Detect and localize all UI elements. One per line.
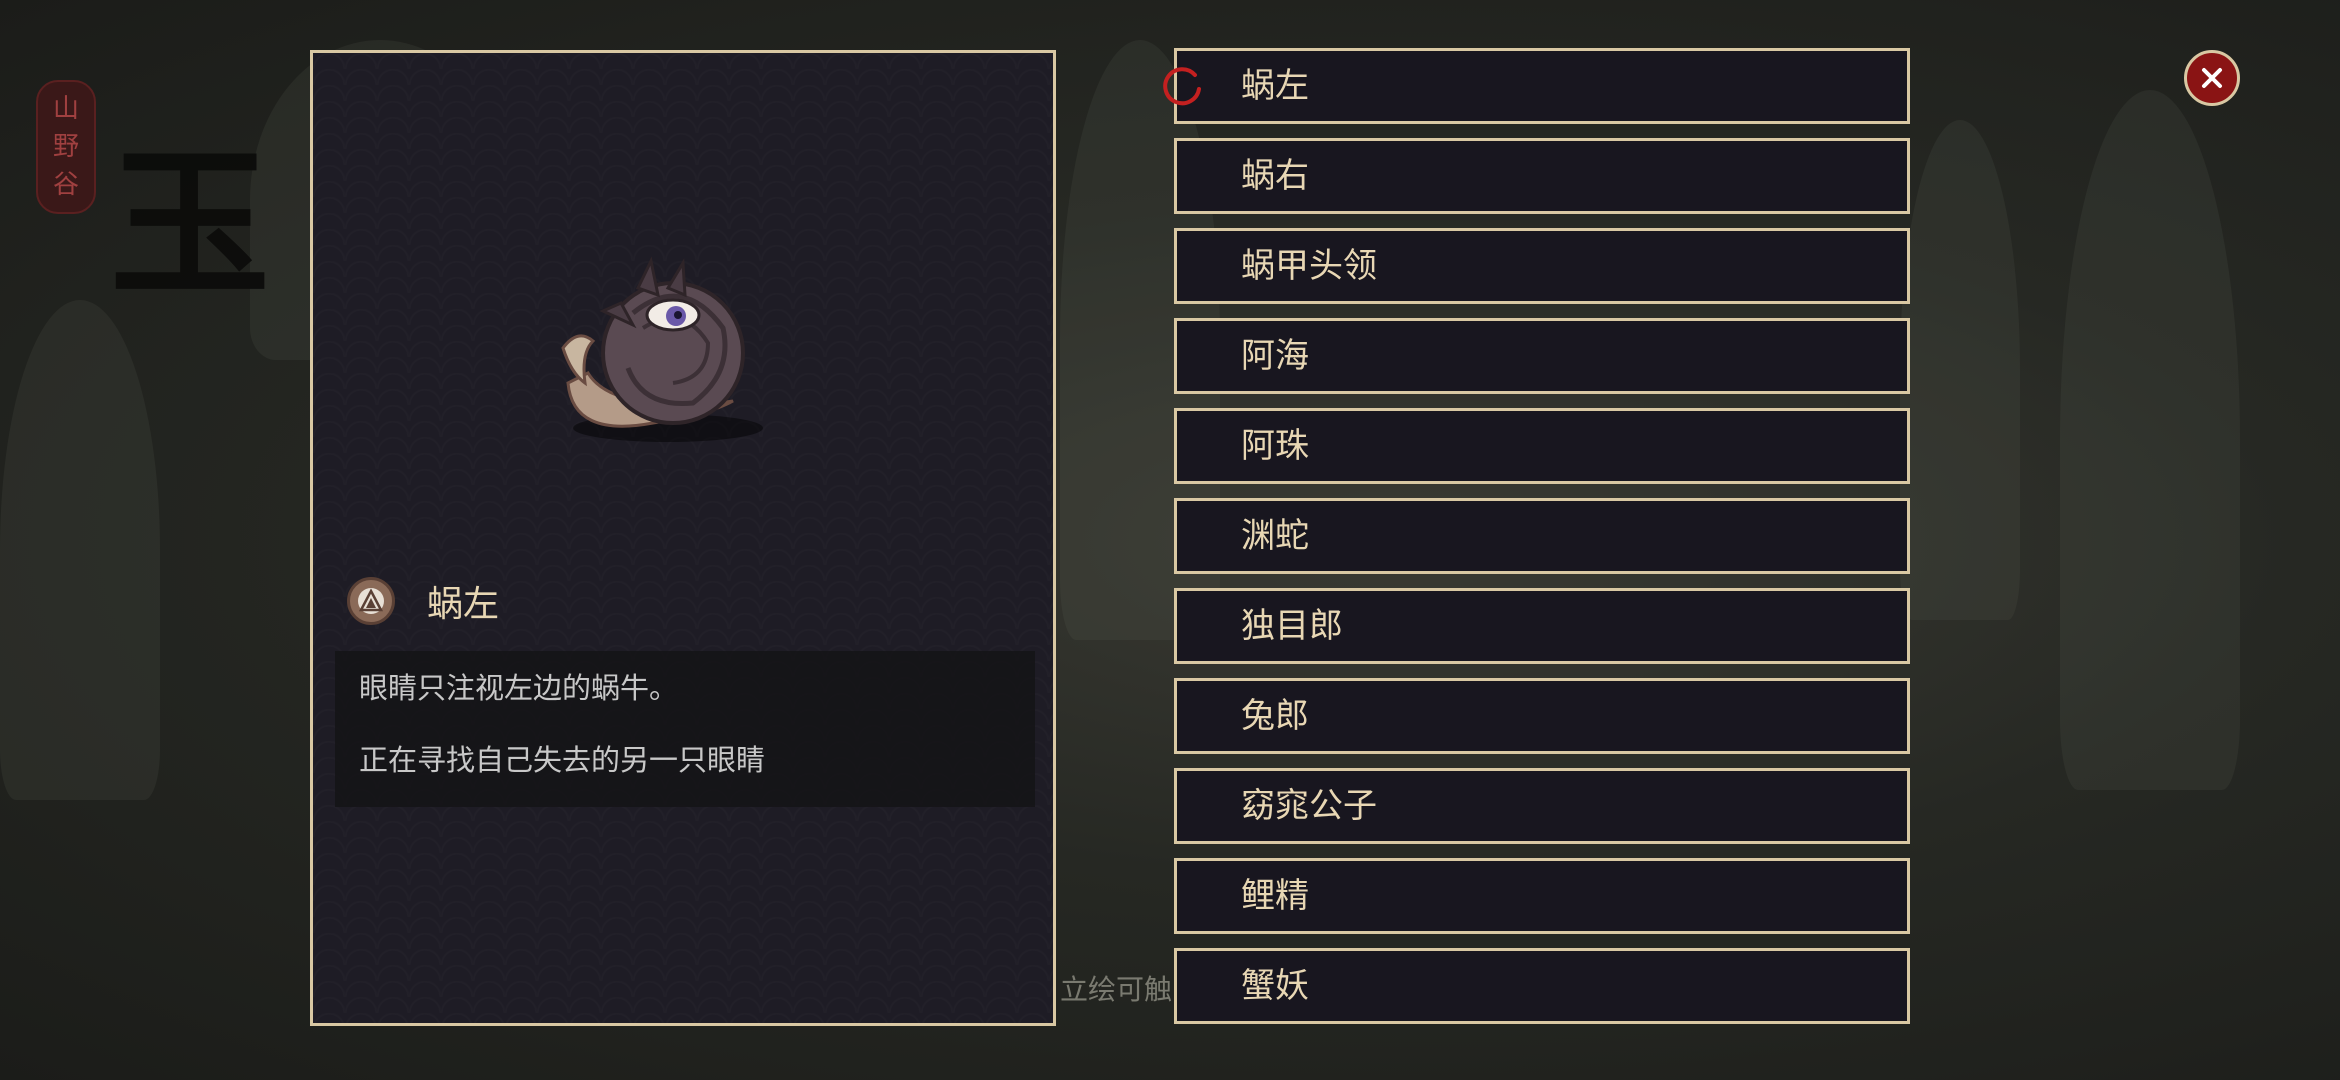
list-item-label: 蟹妖 <box>1241 967 1309 1005</box>
character-detail-panel: 蜗左 眼睛只注视左边的蜗牛。 正在寻找自己失去的另一只眼睛 <box>310 50 1056 1026</box>
list-item-azhu[interactable]: 阿珠 <box>1174 408 1910 484</box>
list-item-label: 蜗右 <box>1241 157 1309 195</box>
background-title: 玉 <box>110 130 270 318</box>
list-item-ahai[interactable]: 阿海 <box>1174 318 1910 394</box>
list-item-label: 蜗左 <box>1241 67 1309 105</box>
character-description: 眼睛只注视左边的蜗牛。 正在寻找自己失去的另一只眼睛 <box>335 651 1035 807</box>
list-item-tulang[interactable]: 兔郎 <box>1174 678 1910 754</box>
description-line: 正在寻找自己失去的另一只眼睛 <box>359 745 766 777</box>
list-item-label: 兔郎 <box>1241 697 1309 735</box>
character-list: 蜗左 蜗右 蜗甲头领 阿海 阿珠 渊蛇 独目郎 兔郎 窈窕公子 鲤精 蟹妖 <box>1163 48 1910 1038</box>
list-item-dumulang[interactable]: 独目郎 <box>1174 588 1910 664</box>
close-button[interactable] <box>2184 50 2240 106</box>
list-item-lijing[interactable]: 鲤精 <box>1174 858 1910 934</box>
list-item-yuanshe[interactable]: 渊蛇 <box>1174 498 1910 574</box>
list-item-label: 阿海 <box>1241 337 1309 375</box>
list-item-xieyao[interactable]: 蟹妖 <box>1174 948 1910 1024</box>
list-item-label: 鲤精 <box>1241 877 1309 915</box>
list-item-woojia-leader[interactable]: 蜗甲头领 <box>1174 228 1910 304</box>
portrait-hint-text: 立绘可触 <box>1060 973 1173 1006</box>
close-icon <box>2202 68 2222 88</box>
list-item-yaotiao-gongzi[interactable]: 窈窕公子 <box>1174 768 1910 844</box>
sect-emblem-icon <box>347 577 395 625</box>
list-item-woozuo[interactable]: 蜗左 <box>1163 48 1910 124</box>
list-item-label: 独目郎 <box>1241 607 1343 645</box>
seal-stamp: 山 野 谷 <box>36 80 96 214</box>
list-item-label: 窈窕公子 <box>1241 787 1377 825</box>
list-item-label: 蜗甲头领 <box>1241 247 1377 285</box>
character-name: 蜗左 <box>427 583 500 624</box>
list-item-wooyou[interactable]: 蜗右 <box>1174 138 1910 214</box>
description-line: 眼睛只注视左边的蜗牛。 <box>359 673 679 705</box>
list-item-label: 渊蛇 <box>1241 517 1309 555</box>
list-item-label: 阿珠 <box>1241 427 1309 465</box>
character-portrait <box>561 256 763 442</box>
selection-ring-icon <box>1163 67 1201 106</box>
